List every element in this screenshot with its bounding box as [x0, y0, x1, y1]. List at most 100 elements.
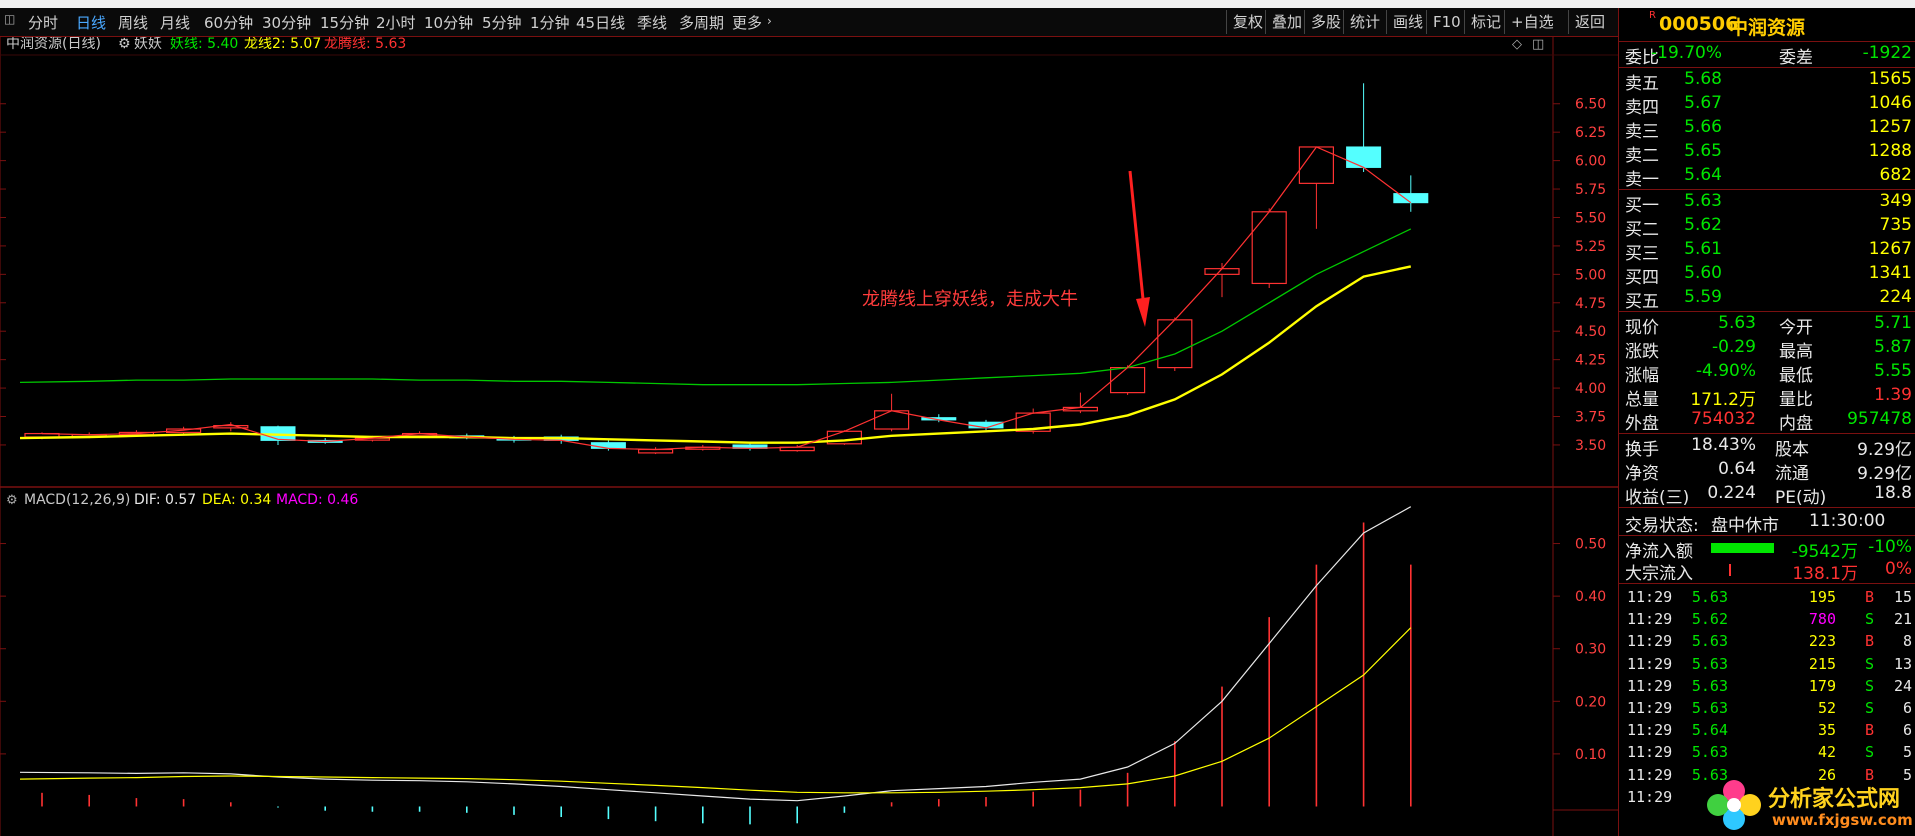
tick-count: 13: [1893, 654, 1912, 673]
period-tab-4[interactable]: 60分钟: [204, 12, 253, 33]
sell-volume: 1288: [1868, 141, 1912, 161]
period-tab-3[interactable]: 月线: [160, 12, 190, 33]
annotation-arrow-shaft: [1128, 170, 1145, 300]
quote-label: 外盘: [1625, 414, 1659, 434]
fund-value: 18.43%: [1691, 435, 1756, 455]
toolbar-button-7[interactable]: +自选: [1504, 10, 1560, 34]
quote-label: 涨跌: [1625, 342, 1659, 362]
period-tab-10[interactable]: 1分钟: [530, 12, 570, 33]
toolbar-button-4[interactable]: 画线: [1386, 10, 1429, 34]
tick-time: 11:29: [1627, 654, 1673, 673]
quote-value: 1.39: [1874, 385, 1912, 405]
fund-label: 换手: [1625, 440, 1659, 460]
tick-count: 5: [1902, 743, 1912, 762]
quote-label: 涨幅: [1625, 366, 1659, 386]
period-tab-2[interactable]: 周线: [118, 12, 148, 33]
panel-toggle-icon[interactable]: ◫: [4, 12, 15, 26]
buy-volume: 349: [1879, 191, 1912, 211]
quote-row: 净流入额 -9542万 -10%: [1619, 536, 1915, 562]
tick-price: 5.63: [1691, 632, 1728, 651]
tick-count: 6: [1902, 721, 1912, 740]
quote-label: 现价: [1625, 318, 1659, 338]
quote-row: 换手 18.43% 股本 9.29亿: [1619, 434, 1915, 460]
tick-row: 11:29 5.63 223 B 8: [1619, 630, 1915, 652]
period-toolbar: ◫ 分时 日线 周线 月线 60分钟 30分钟 15分钟 2小时 10分钟 5分钟 1分钟 45日线季…: [0, 8, 1618, 37]
flower-logo-icon: [1707, 780, 1761, 830]
toolbar-button-1[interactable]: 叠加: [1265, 10, 1308, 34]
y-tick-label: 3.50: [1575, 438, 1606, 454]
quote-label: 今开: [1779, 318, 1813, 338]
weibi-value: -19.70%: [1651, 43, 1722, 63]
tick-direction: S: [1864, 699, 1874, 717]
period-tab-8[interactable]: 10分钟: [424, 12, 473, 33]
tick-direction: B: [1864, 632, 1874, 651]
indicator-settings-icon[interactable]: ⚙: [118, 37, 131, 52]
toolbar-button-6[interactable]: 标记: [1464, 10, 1507, 34]
buy-price: 5.60: [1684, 263, 1722, 283]
quote-value: 754032: [1691, 409, 1756, 429]
dea-line: [19, 627, 1412, 794]
buy-price: 5.59: [1684, 287, 1722, 307]
quote-row: 卖五 5.68 1565: [1619, 68, 1915, 94]
tick-count: 8: [1902, 632, 1912, 651]
tick-count: 24: [1893, 676, 1912, 695]
quote-value: -4.90%: [1695, 361, 1756, 381]
diamond-icon[interactable]: ◇: [1512, 37, 1522, 52]
bulk-inflow-bar: [1729, 564, 1731, 576]
macd-settings-icon[interactable]: ⚙: [6, 493, 18, 508]
buy-level-label: 买二: [1625, 220, 1659, 240]
period-tab-6[interactable]: 15分钟: [320, 12, 369, 33]
tick-row: 11:29 5.63 179 S 24: [1619, 675, 1915, 697]
period-tab-11[interactable]: 45日线: [576, 12, 625, 33]
period-tab-14[interactable]: 更多: [732, 12, 762, 33]
quote-label: 总量: [1625, 390, 1659, 410]
period-tab-0[interactable]: 分时: [28, 12, 58, 33]
toolbar-button-0[interactable]: 复权: [1226, 10, 1269, 34]
period-tab-7[interactable]: 2小时: [376, 12, 416, 33]
quote-row: 卖一 5.64 682: [1619, 164, 1915, 190]
tick-price: 5.63: [1691, 699, 1728, 717]
quote-row: 涨幅 -4.90% 最低 5.55: [1619, 360, 1915, 386]
period-tab-12[interactable]: 季线: [637, 12, 667, 33]
fund-label: PE(动): [1775, 488, 1827, 508]
separator: [1619, 507, 1915, 508]
kline-chart-area[interactable]: 6.50 6.25 6.00 5.75 5.50 5.25 5.00 4.75 4.50 4.25…: [0, 37, 1618, 836]
quote-row: 买四 5.60 1341: [1619, 262, 1915, 288]
candle-up: [1109, 367, 1146, 394]
candle-down: [1393, 193, 1429, 204]
longteng-line-value: 龙腾线: 5.63: [324, 37, 406, 52]
toolbar-button-3[interactable]: 统计: [1343, 10, 1386, 34]
toolbar-button-8[interactable]: 返回: [1568, 10, 1611, 34]
period-tab-1[interactable]: 日线: [76, 12, 106, 33]
dif-line: [19, 506, 1412, 802]
sell-level-label: 卖二: [1625, 146, 1659, 166]
quote-row: 卖三 5.66 1257: [1619, 116, 1915, 142]
bulk-inflow-pct: 0%: [1885, 559, 1912, 579]
toolbar-button-5[interactable]: F10: [1426, 10, 1467, 34]
tick-price: 5.63: [1691, 743, 1728, 762]
tick-count: 15: [1893, 588, 1912, 606]
buy-price: 5.62: [1684, 215, 1722, 235]
buy-price: 5.63: [1684, 191, 1722, 211]
quote-label: 量比: [1779, 390, 1813, 410]
quote-value: -0.29: [1712, 337, 1756, 357]
y-tick-label: 5.75: [1575, 182, 1606, 198]
macd-y-tick-label: 0.10: [1575, 747, 1606, 763]
toolbar-button-2[interactable]: 多股: [1304, 10, 1347, 34]
tick-direction: S: [1864, 610, 1874, 629]
tick-time: 11:29: [1627, 699, 1673, 717]
tick-price: 5.63: [1691, 676, 1728, 695]
tick-row: 11:29 5.63 42 S 5: [1619, 741, 1915, 763]
period-tab-13[interactable]: 多周期: [679, 12, 724, 33]
window-icon[interactable]: ◫: [1532, 37, 1544, 52]
y-tick-label: 3.75: [1575, 410, 1606, 426]
sell-volume: 1257: [1868, 117, 1912, 137]
buy-volume: 1267: [1868, 239, 1912, 259]
chevron-right-icon[interactable]: ›: [767, 14, 772, 28]
period-tab-9[interactable]: 5分钟: [482, 12, 522, 33]
sell-volume: 1565: [1868, 69, 1912, 89]
sell-price: 5.67: [1684, 93, 1722, 113]
quote-row: 卖二 5.65 1288: [1619, 140, 1915, 166]
period-tab-5[interactable]: 30分钟: [262, 12, 311, 33]
window-top-strip: [0, 0, 1915, 8]
